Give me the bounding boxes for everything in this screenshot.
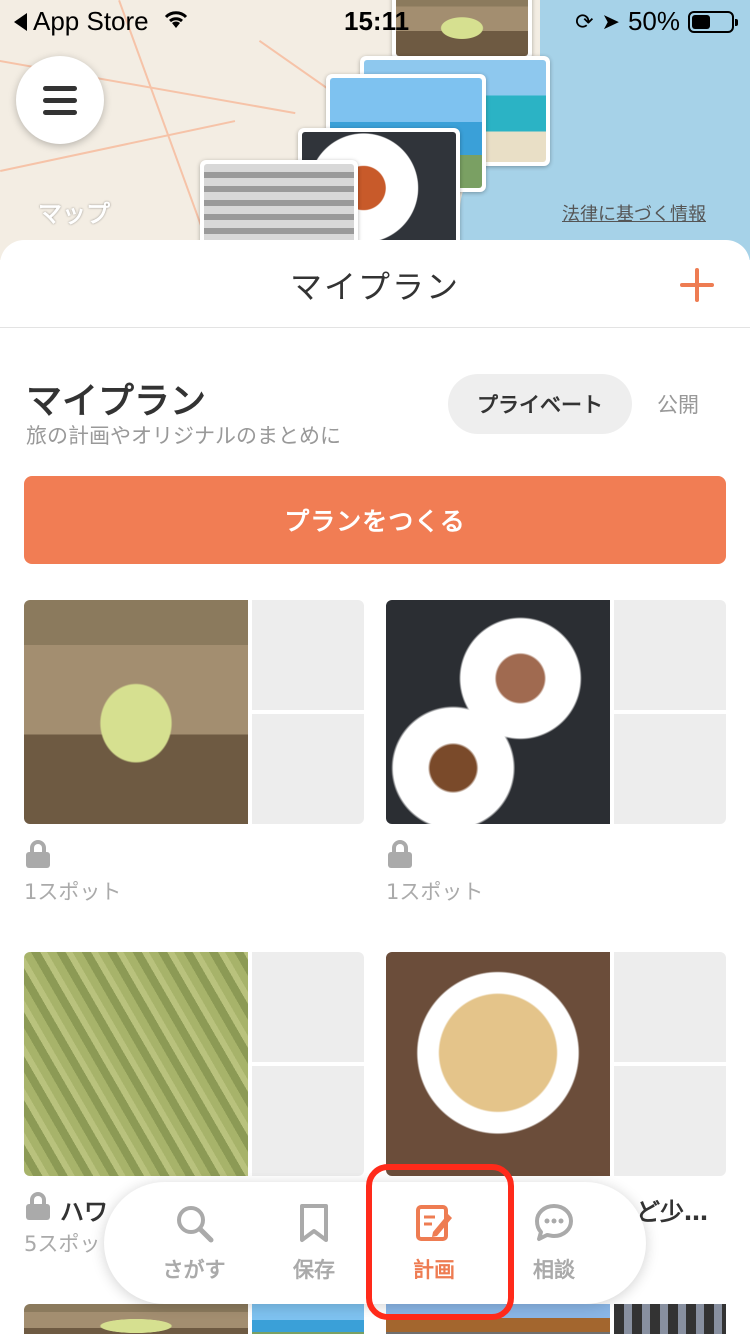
wifi-icon bbox=[164, 11, 188, 28]
tab-saved[interactable]: 保存 bbox=[254, 1182, 374, 1304]
legal-info-link[interactable]: 法律に基づく情報 bbox=[562, 200, 706, 226]
segment-private[interactable]: プライベート bbox=[448, 374, 632, 434]
segment-public[interactable]: 公開 bbox=[632, 374, 724, 434]
plan-sub-photo[interactable] bbox=[252, 1304, 364, 1334]
plan-card[interactable]: 1スポット bbox=[24, 600, 364, 904]
rotation-lock-icon: ⟳ bbox=[575, 8, 594, 34]
back-arrow-icon bbox=[14, 12, 27, 31]
plan-main-photo bbox=[386, 952, 610, 1176]
plan-name: ど少… bbox=[636, 1198, 708, 1226]
apple-maps-logo: マップ bbox=[38, 200, 110, 228]
plan-sub-photo bbox=[252, 1066, 364, 1176]
search-icon bbox=[177, 1206, 214, 1243]
plan-sub-photo[interactable] bbox=[614, 1304, 726, 1334]
menu-button[interactable] bbox=[16, 56, 104, 144]
plan-spot-count: 1スポット bbox=[386, 880, 484, 904]
plan-empty-photo bbox=[252, 600, 364, 710]
plan-sub-photo bbox=[614, 952, 726, 1062]
lock-icon bbox=[26, 1192, 50, 1220]
plan-card[interactable]: ハワ 5スポッ bbox=[24, 952, 364, 1256]
plan-empty-photo bbox=[614, 600, 726, 710]
plan-spot-count: 1スポット bbox=[24, 880, 122, 904]
plan-card[interactable]: 1スポット bbox=[386, 600, 726, 904]
plan-sub-photo bbox=[614, 1066, 726, 1176]
plan-photo-mosaic bbox=[24, 952, 364, 1176]
plan-card[interactable]: ど少… bbox=[386, 952, 726, 1226]
plan-photo-mosaic bbox=[386, 600, 726, 824]
lock-icon bbox=[26, 840, 50, 868]
plan-photo-mosaic bbox=[386, 952, 726, 1176]
plan-sub-photo bbox=[252, 952, 364, 1062]
plan-main-photo bbox=[24, 952, 248, 1176]
lock-icon bbox=[388, 840, 412, 868]
location-arrow-icon: ➤ bbox=[601, 8, 620, 34]
visibility-segment: プライベート 公開 bbox=[448, 374, 724, 434]
battery-percent: 50% bbox=[627, 6, 680, 36]
plan-main-photo[interactable] bbox=[24, 1304, 248, 1334]
plan-main-photo bbox=[386, 600, 610, 824]
clock: 15:11 bbox=[344, 6, 410, 36]
plan-empty-photo bbox=[252, 714, 364, 824]
plan-main-photo bbox=[24, 600, 248, 824]
tab-search[interactable]: さがす bbox=[134, 1182, 254, 1304]
panel-title: マイプラン bbox=[289, 268, 460, 306]
chat-bubble-icon bbox=[535, 1204, 573, 1241]
section-title: マイプラン bbox=[26, 381, 207, 422]
map-photo-pin[interactable] bbox=[200, 160, 358, 250]
section-subtitle: 旅の計画やオリジナルのまとめに bbox=[26, 424, 341, 448]
plan-empty-photo bbox=[614, 714, 726, 824]
add-plan-plus-icon[interactable] bbox=[680, 268, 714, 302]
battery-icon bbox=[688, 10, 738, 33]
status-bar: App Store 15:11 ⟳ ➤ 50% bbox=[0, 0, 750, 40]
panel-header: マイプラン bbox=[0, 240, 750, 328]
bookmark-icon bbox=[300, 1204, 328, 1242]
hamburger-icon bbox=[43, 85, 77, 91]
create-plan-button[interactable]: プランをつくる bbox=[24, 476, 726, 564]
back-to-app-store[interactable]: App Store bbox=[14, 6, 149, 37]
tab-highlight-outline bbox=[366, 1164, 514, 1320]
plan-spot-count: 5スポッ bbox=[24, 1232, 101, 1256]
plan-photo-mosaic bbox=[24, 600, 364, 824]
plan-name: ハワ bbox=[60, 1198, 108, 1226]
